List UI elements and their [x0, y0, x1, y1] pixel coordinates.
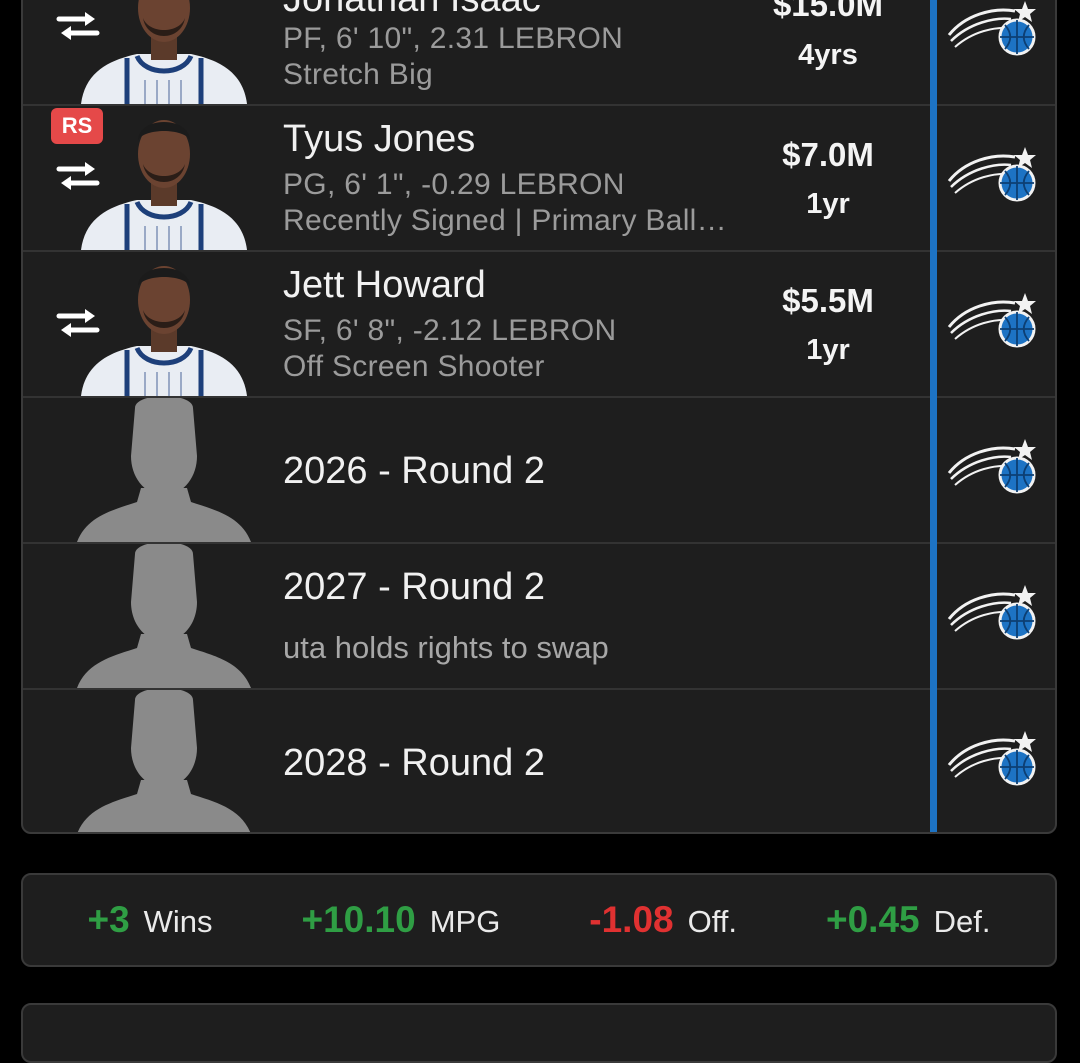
player-photo: [75, 106, 253, 250]
team-divider: [930, 0, 937, 832]
mpg-stat: +10.10 MPG: [302, 899, 501, 941]
orlando-magic-logo-icon: [945, 289, 1041, 359]
wins-label: Wins: [143, 904, 213, 939]
next-card: [21, 1003, 1057, 1063]
defense-stat: +0.45 Def.: [826, 899, 990, 941]
draft-pick-title: 2026 - Round 2: [283, 450, 545, 492]
player-placeholder-icon: [75, 690, 253, 834]
draft-pick-title: 2027 - Round 2: [283, 566, 545, 608]
mpg-label: MPG: [429, 904, 501, 939]
player-placeholder-icon: [75, 398, 253, 542]
contract-years: 4yrs: [798, 39, 858, 71]
player-details: SF, 6' 8", -2.12 LEBRON: [283, 314, 617, 347]
player-name[interactable]: Jonathan Isaac: [283, 0, 541, 21]
mpg-value: +10.10: [301, 899, 416, 940]
draft-pick-title: 2028 - Round 2: [283, 742, 545, 784]
player-salary: $15.0M: [772, 0, 884, 23]
player-details: PF, 6' 10", 2.31 LEBRON: [283, 22, 624, 55]
contract-years: 1yr: [806, 334, 850, 366]
offense-label: Off.: [687, 904, 738, 939]
wins-stat: +3 Wins: [87, 899, 212, 941]
orlando-magic-logo-icon: [945, 435, 1041, 505]
player-name[interactable]: Tyus Jones: [283, 118, 475, 161]
orlando-magic-logo-icon: [945, 143, 1041, 213]
player-role: Stretch Big: [283, 58, 434, 91]
draft-pick-row[interactable]: 2028 - Round 2: [23, 690, 1055, 834]
trade-impact-bar: +3 Wins +10.10 MPG -1.08 Off. +0.45 Def.: [21, 873, 1057, 967]
player-salary: $5.5M: [782, 282, 874, 319]
player-row[interactable]: RS Tyus Jones PG, 6' 1", -0.29 LEBRON Re…: [23, 106, 1055, 252]
player-photo: [75, 0, 253, 104]
orlando-magic-logo-icon: [945, 581, 1041, 651]
player-photo: [75, 252, 253, 396]
offense-value: -1.08: [589, 899, 674, 940]
player-role: Recently Signed | Primary Ball…: [283, 204, 727, 237]
orlando-magic-logo-icon: [945, 727, 1041, 797]
draft-pick-note: uta holds rights to swap: [283, 630, 609, 665]
defense-value: +0.45: [825, 899, 920, 940]
player-placeholder-icon: [75, 544, 253, 688]
player-details: PG, 6' 1", -0.29 LEBRON: [283, 168, 625, 201]
contract-years: 1yr: [806, 188, 850, 220]
draft-pick-row[interactable]: 2027 - Round 2 uta holds rights to swap: [23, 544, 1055, 690]
player-salary: $7.0M: [782, 136, 874, 173]
player-row[interactable]: Jonathan Isaac PF, 6' 10", 2.31 LEBRON S…: [23, 0, 1055, 106]
player-role: Off Screen Shooter: [283, 350, 545, 383]
roster-card: Jonathan Isaac PF, 6' 10", 2.31 LEBRON S…: [21, 0, 1057, 834]
defense-label: Def.: [933, 904, 991, 939]
draft-pick-row[interactable]: 2026 - Round 2: [23, 398, 1055, 544]
offense-stat: -1.08 Off.: [589, 899, 737, 941]
player-name[interactable]: Jett Howard: [283, 264, 486, 307]
orlando-magic-logo-icon: [945, 0, 1041, 67]
wins-value: +3: [87, 899, 130, 940]
player-row[interactable]: Jett Howard SF, 6' 8", -2.12 LEBRON Off …: [23, 252, 1055, 398]
